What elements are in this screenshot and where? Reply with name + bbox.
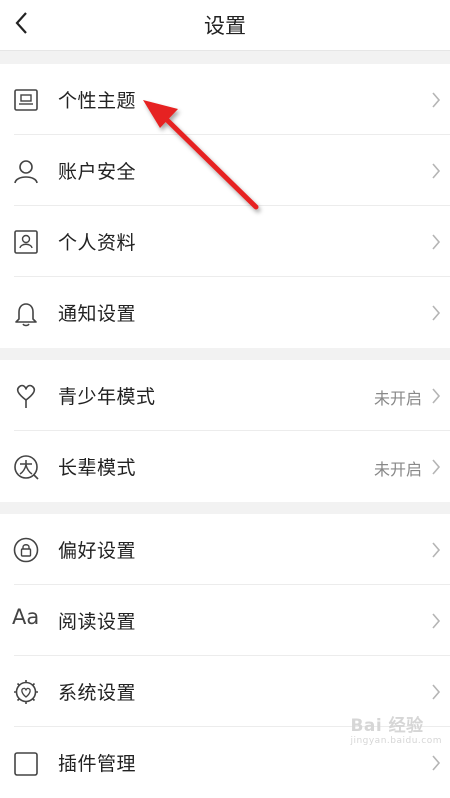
settings-group-modes: 青少年模式 未开启 长辈模式 未开启 <box>0 360 450 502</box>
font-size-icon: Aa <box>12 605 40 629</box>
plugin-icon <box>14 752 38 776</box>
row-profile[interactable]: 个人资料 <box>0 206 450 277</box>
page-title: 设置 <box>204 14 246 38</box>
row-elder-mode[interactable]: 长辈模式 未开启 <box>0 431 450 502</box>
row-label: 阅读设置 <box>58 611 137 633</box>
youth-icon <box>16 384 36 408</box>
profile-card-icon <box>14 230 38 254</box>
chevron-right-icon <box>432 234 441 250</box>
chevron-right-icon <box>432 163 441 179</box>
watermark-text: Bai 经验 <box>350 716 424 736</box>
settings-group-general: 偏好设置 Aa 阅读设置 系统设置 插件管理 <box>0 514 450 798</box>
row-label: 系统设置 <box>58 682 137 704</box>
row-label: 青少年模式 <box>58 386 156 408</box>
bell-icon <box>15 303 37 327</box>
row-preferences[interactable]: 偏好设置 <box>0 514 450 585</box>
chevron-right-icon <box>432 388 441 404</box>
lock-circle-icon <box>13 537 39 563</box>
status-text: 未开启 <box>373 460 422 479</box>
row-label: 个性主题 <box>58 90 137 112</box>
row-theme[interactable]: 个性主题 <box>0 64 450 135</box>
chevron-right-icon <box>432 305 441 321</box>
row-label: 插件管理 <box>58 753 137 775</box>
row-account-security[interactable]: 账户安全 <box>0 135 450 206</box>
chevron-right-icon <box>432 542 441 558</box>
status-text: 未开启 <box>373 389 422 408</box>
chevron-right-icon <box>432 684 441 700</box>
row-reading-settings[interactable]: Aa 阅读设置 <box>0 585 450 656</box>
chevron-right-icon <box>432 755 441 771</box>
watermark-subtext: jingyan.baidu.com <box>350 736 442 746</box>
top-nav-bar: 设置 <box>0 0 450 51</box>
row-label: 个人资料 <box>58 232 137 254</box>
theme-icon <box>14 89 38 111</box>
chevron-right-icon <box>432 92 441 108</box>
row-youth-mode[interactable]: 青少年模式 未开启 <box>0 360 450 431</box>
user-icon <box>14 160 38 184</box>
row-label: 长辈模式 <box>58 457 137 479</box>
row-label: 通知设置 <box>58 303 137 325</box>
row-notification[interactable]: 通知设置 <box>0 277 450 348</box>
watermark: Bai 经验 jingyan.baidu.com <box>350 711 442 746</box>
chevron-right-icon <box>432 459 441 475</box>
gear-icon <box>14 680 38 704</box>
row-label: 账户安全 <box>58 161 137 183</box>
settings-group-account: 个性主题 账户安全 个人资料 通知设置 <box>0 64 450 348</box>
chevron-right-icon <box>432 613 441 629</box>
elder-icon <box>14 455 39 480</box>
row-label: 偏好设置 <box>58 540 137 562</box>
